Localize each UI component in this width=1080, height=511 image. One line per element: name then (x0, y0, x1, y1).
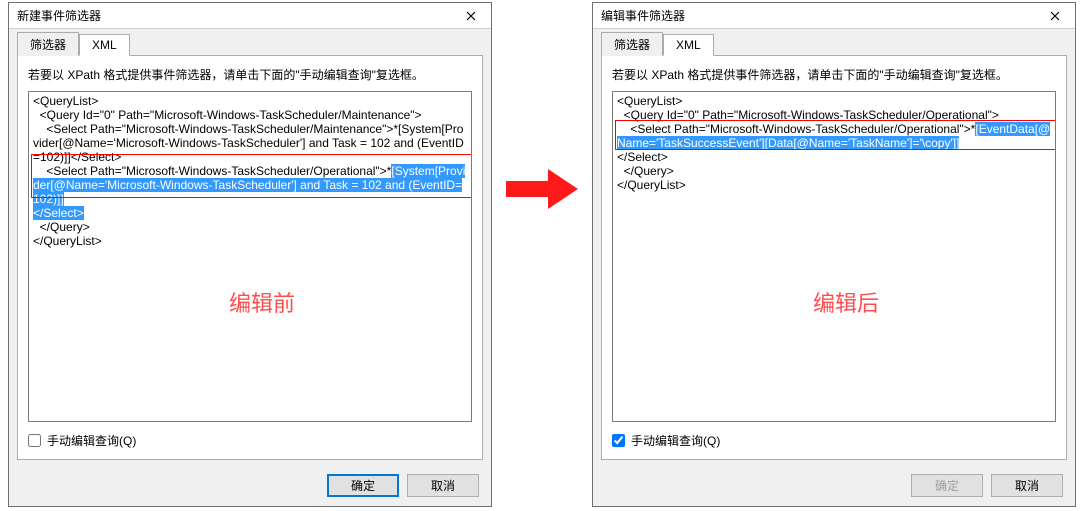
instruction-text: 若要以 XPath 格式提供事件筛选器，请单击下面的"手动编辑查询"复选框。 (612, 66, 1056, 83)
tab-filter[interactable]: 筛选器 (601, 32, 663, 56)
manual-edit-label: 手动编辑查询(Q) (47, 432, 136, 449)
ok-button[interactable]: 确定 (327, 474, 399, 497)
tabpage-xml: 若要以 XPath 格式提供事件筛选器，请单击下面的"手动编辑查询"复选框。 <… (601, 55, 1067, 460)
ok-button[interactable]: 确定 (911, 474, 983, 497)
annotation-after: 编辑后 (813, 297, 879, 311)
cancel-button[interactable]: 取消 (991, 474, 1063, 497)
xml-line: <Select Path="Microsoft-Windows-TaskSche… (33, 164, 467, 206)
xml-line: </Query> (617, 164, 1051, 178)
xml-line: <Query Id="0" Path="Microsoft-Windows-Ta… (617, 108, 1051, 122)
xml-line: <QueryList> (33, 94, 467, 108)
manual-edit-checkbox[interactable] (28, 434, 41, 447)
xml-line: </QueryList> (617, 178, 1051, 192)
manual-edit-label: 手动编辑查询(Q) (631, 432, 720, 449)
instruction-text: 若要以 XPath 格式提供事件筛选器，请单击下面的"手动编辑查询"复选框。 (28, 66, 472, 83)
xml-line: </Select> (617, 150, 1051, 164)
xml-query-box[interactable]: <QueryList> <Query Id="0" Path="Microsof… (612, 91, 1056, 422)
xml-line: <Select Path="Microsoft-Windows-TaskSche… (617, 122, 1051, 150)
xml-query-box[interactable]: <QueryList> <Query Id="0" Path="Microsof… (28, 91, 472, 422)
dialog-buttons: 确定 取消 (593, 468, 1075, 506)
manual-edit-checkbox[interactable] (612, 434, 625, 447)
xml-line: <Query Id="0" Path="Microsoft-Windows-Ta… (33, 108, 467, 122)
tabstrip: 筛选器 XML (593, 29, 1075, 55)
xml-line: </QueryList> (33, 234, 467, 248)
window-title: 编辑事件筛选器 (601, 7, 1035, 24)
dialog-edit-event-filter: 编辑事件筛选器 筛选器 XML 若要以 XPath 格式提供事件筛选器，请单击下… (592, 2, 1076, 507)
manual-edit-row: 手动编辑查询(Q) (612, 432, 1056, 449)
cancel-button[interactable]: 取消 (407, 474, 479, 497)
xml-line: </Select> (33, 206, 467, 220)
arrow-icon (504, 165, 580, 213)
tabstrip: 筛选器 XML (9, 29, 491, 55)
xml-line: <Select Path="Microsoft-Windows-TaskSche… (33, 122, 467, 164)
tab-xml[interactable]: XML (663, 34, 714, 56)
close-icon (1050, 11, 1060, 21)
xml-line: </Query> (33, 220, 467, 234)
close-button[interactable] (451, 3, 491, 29)
xml-line: <QueryList> (617, 94, 1051, 108)
dialog-new-event-filter: 新建事件筛选器 筛选器 XML 若要以 XPath 格式提供事件筛选器，请单击下… (8, 2, 492, 507)
dialog-buttons: 确定 取消 (9, 468, 491, 506)
tab-filter[interactable]: 筛选器 (17, 32, 79, 56)
tabpage-xml: 若要以 XPath 格式提供事件筛选器，请单击下面的"手动编辑查询"复选框。 <… (17, 55, 483, 460)
close-button[interactable] (1035, 3, 1075, 29)
window-title: 新建事件筛选器 (17, 7, 451, 24)
manual-edit-row: 手动编辑查询(Q) (28, 432, 472, 449)
tab-xml[interactable]: XML (79, 34, 130, 56)
titlebar: 编辑事件筛选器 (593, 3, 1075, 29)
annotation-before: 编辑前 (229, 297, 295, 311)
close-icon (466, 11, 476, 21)
titlebar: 新建事件筛选器 (9, 3, 491, 29)
